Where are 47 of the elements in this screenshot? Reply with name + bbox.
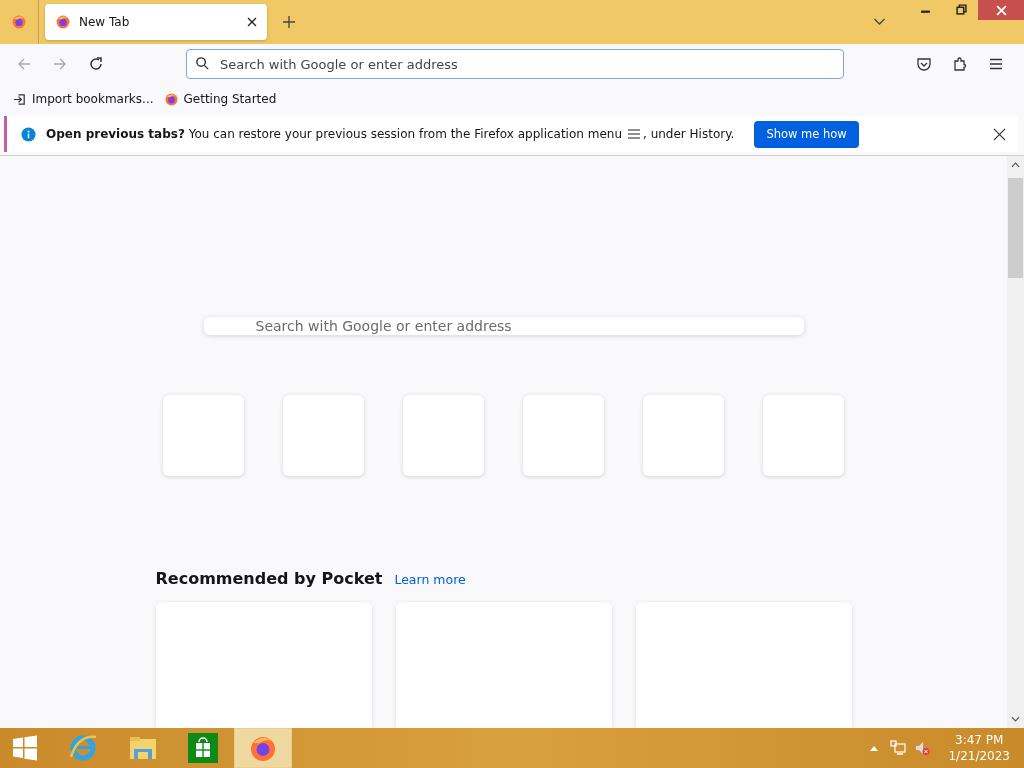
menu-icon xyxy=(627,128,641,140)
browser-tab[interactable]: New Tab xyxy=(45,4,267,40)
shortcut-tile[interactable] xyxy=(523,395,604,476)
import-icon xyxy=(12,91,27,107)
windows-start-icon[interactable] xyxy=(12,735,38,761)
chevron-down-icon[interactable] xyxy=(873,18,886,26)
search-field[interactable]: Search with Google or enter address xyxy=(203,317,804,335)
bookmark-item[interactable]: Import bookmarks... xyxy=(12,91,154,107)
info-icon xyxy=(21,126,36,142)
notification-message: Open previous tabs? You can restore your previous session from the Firefox application menu xyxy=(46,127,622,141)
scroll-up-icon[interactable] xyxy=(1011,162,1020,168)
volume-muted-icon[interactable] xyxy=(914,740,931,756)
bookmark-item[interactable]: Getting Started xyxy=(163,91,277,107)
shortcut-tile[interactable] xyxy=(403,395,484,476)
menu-icon[interactable] xyxy=(988,56,1004,72)
address-field[interactable]: Search with Google or enter address xyxy=(186,49,844,79)
show-me-how-button[interactable]: Show me how xyxy=(754,120,859,148)
scrollbar[interactable] xyxy=(1007,156,1024,728)
reload-icon[interactable] xyxy=(88,56,104,72)
close-icon[interactable] xyxy=(993,127,1006,141)
caret-up-icon[interactable] xyxy=(870,745,879,751)
firefox-icon xyxy=(163,91,179,107)
pocket-icon[interactable] xyxy=(916,56,932,72)
store-icon xyxy=(188,733,218,763)
learn-more-link[interactable]: Learn more xyxy=(394,572,466,587)
notification-message-end: , under History. xyxy=(643,127,735,141)
network-icon[interactable] xyxy=(890,740,907,756)
close-icon xyxy=(995,4,1007,16)
scroll-down-icon[interactable] xyxy=(1011,716,1020,722)
back-icon[interactable] xyxy=(16,56,32,72)
firefox-icon xyxy=(55,14,71,30)
shortcut-tile[interactable] xyxy=(283,395,364,476)
search-icon xyxy=(195,56,210,71)
taskbar-app[interactable] xyxy=(234,728,292,768)
shortcut-tile[interactable] xyxy=(163,395,244,476)
close-window-button[interactable] xyxy=(978,0,1024,20)
browser-e-icon xyxy=(68,733,98,763)
shortcut-tile[interactable] xyxy=(763,395,844,476)
new-tab-icon[interactable] xyxy=(283,16,295,28)
puzzle-icon[interactable] xyxy=(952,56,968,72)
shortcut-tile[interactable] xyxy=(643,395,724,476)
scroll-thumb[interactable] xyxy=(1008,178,1023,278)
firefox-icon[interactable] xyxy=(11,14,27,30)
section-heading: Recommended by Pocket xyxy=(155,569,383,588)
close-icon[interactable] xyxy=(247,17,257,27)
forward-icon[interactable] xyxy=(52,56,68,72)
restore-icon[interactable] xyxy=(956,4,967,15)
